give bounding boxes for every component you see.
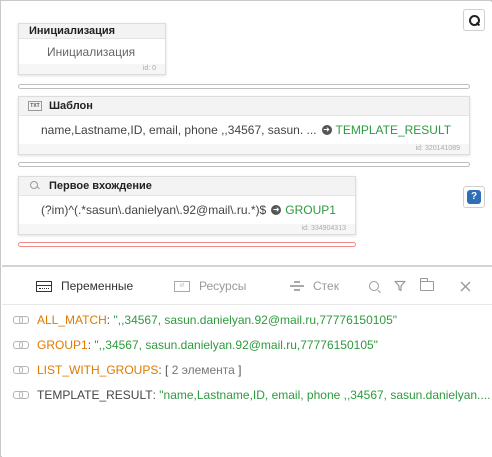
node-body-text: Инициализация [47, 44, 136, 59]
search-icon [28, 180, 42, 192]
magnifier-icon [469, 15, 480, 26]
link-icon [13, 390, 29, 399]
variable-separator: : [106, 312, 114, 327]
tab-stack[interactable]: Стек [290, 267, 339, 305]
link-icon [13, 315, 29, 324]
variables-list: ALL_MATCH : ",,34567, sasun.danielyan.92… [2, 307, 492, 407]
debug-panel: Переменные /// Ресурсы Стек ALL_MATCH: … [2, 265, 492, 457]
variable-separator: : [152, 387, 160, 402]
connector-error [18, 242, 356, 247]
variable-value: 2 элемента [171, 362, 235, 377]
tab-label: Переменные [61, 279, 134, 293]
app-frame: Инициализация Инициализация id: 0 TXT Ша… [0, 0, 492, 457]
variable-separator: : [87, 337, 95, 352]
node-template[interactable]: TXT Шаблон name,Lastname,ID, email, phon… [18, 96, 470, 155]
connector-1 [18, 84, 470, 89]
node-header: TXT Шаблон [19, 97, 469, 116]
variable-name: TEMPLATE_RESULT [37, 387, 153, 402]
node-body: (?im)^(.*sasun\.danielyan\.92@mail\.ru.*… [19, 196, 355, 224]
txt-file-icon: TXT [28, 101, 42, 111]
link-icon [13, 365, 29, 374]
variable-row[interactable]: ALL_MATCH : ",,34567, sasun.danielyan.92… [2, 307, 492, 332]
folder-icon [420, 278, 434, 291]
table-icon [36, 280, 52, 292]
connector-2 [18, 162, 470, 167]
variable-separator: : [158, 362, 166, 377]
node-body-text: name,Lastname,ID, email, phone ,,34567, … [41, 123, 317, 137]
node-title: Первое вхождение [49, 180, 152, 192]
node-initialization[interactable]: Инициализация Инициализация id: 0 [18, 23, 166, 75]
node-body: name,Lastname,ID, email, phone ,,34567, … [19, 116, 469, 144]
tab-label: Ресурсы [199, 279, 247, 293]
node-title: Инициализация [29, 25, 116, 37]
node-body: Инициализация [19, 39, 165, 64]
help-icon: ? [467, 190, 481, 204]
arrow-right-icon: ➜ [271, 205, 282, 215]
panel-tabs: Переменные /// Ресурсы Стек [2, 267, 492, 305]
tab-variables[interactable]: Переменные [36, 267, 133, 305]
variable-row[interactable]: GROUP1 : ",,34567, sasun.danielyan.92@ma… [2, 332, 492, 357]
node-header: Инициализация [19, 24, 165, 39]
list-bracket-close: ] [234, 362, 242, 377]
zoom-search-button[interactable] [463, 9, 485, 31]
list-bracket-open: [ [165, 362, 172, 377]
variable-value: ",,34567, sasun.danielyan.92@mail.ru,777… [94, 337, 378, 352]
node-output-variable: GROUP1 [285, 203, 336, 217]
filter-button[interactable] [391, 267, 409, 305]
close-icon [460, 281, 470, 291]
search-icon [368, 280, 380, 292]
variable-row[interactable]: LIST_WITH_GROUPS : [ 2 элемента ] [2, 357, 492, 382]
search-button[interactable] [365, 267, 383, 305]
arrow-right-icon: ➜ [321, 125, 332, 135]
node-first-occurrence[interactable]: Первое вхождение (?im)^(.*sasun\.daniely… [18, 176, 356, 235]
flow-canvas[interactable]: Инициализация Инициализация id: 0 TXT Ша… [2, 2, 492, 265]
node-title: Шаблон [49, 100, 93, 112]
link-icon [13, 340, 29, 349]
tab-label: Стек [313, 279, 339, 293]
node-output-variable: TEMPLATE_RESULT [335, 123, 452, 137]
resources-icon: /// [174, 280, 190, 292]
node-body-text: (?im)^(.*sasun\.danielyan\.92@mail\.ru.*… [41, 203, 267, 217]
variable-value: "name,Lastname,ID, email, phone ,,34567,… [159, 387, 491, 402]
node-id: id: 0 [19, 64, 165, 74]
tab-resources[interactable]: /// Ресурсы [174, 267, 246, 305]
node-id: id: 334904313 [19, 224, 355, 234]
folder-button[interactable] [418, 267, 436, 305]
variable-name: ALL_MATCH [37, 312, 107, 327]
close-button[interactable] [456, 267, 474, 305]
filter-icon [394, 280, 406, 292]
node-id: id: 320141089 [19, 144, 469, 154]
variable-name: GROUP1 [37, 337, 88, 352]
help-button[interactable]: ? [463, 186, 485, 208]
variable-value: ",,34567, sasun.danielyan.92@mail.ru,777… [113, 312, 398, 327]
variable-row[interactable]: TEMPLATE_RESULT : "name,Lastname,ID, ema… [2, 382, 492, 407]
variable-name: LIST_WITH_GROUPS [37, 362, 159, 377]
node-header: Первое вхождение [19, 177, 355, 196]
stack-icon [290, 281, 304, 291]
